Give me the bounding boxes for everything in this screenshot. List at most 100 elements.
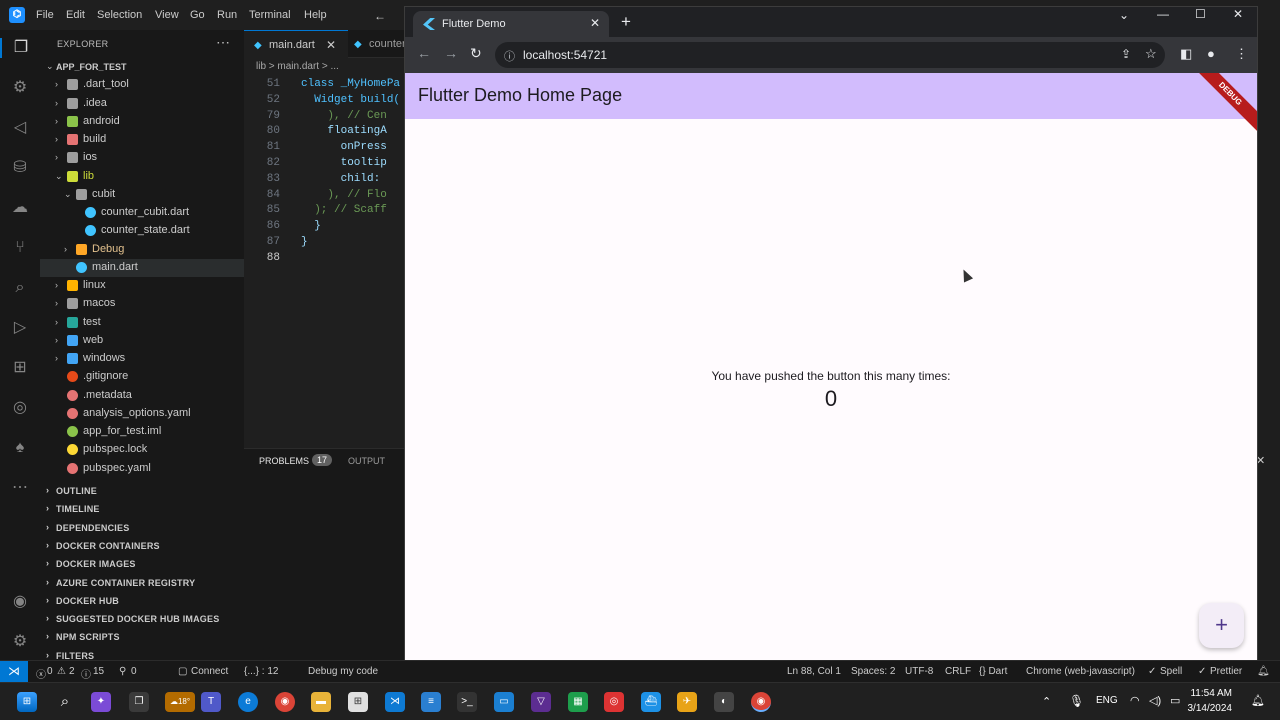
sidebar-section-azure-container-registry[interactable]: › AZURE CONTAINER REGISTRY bbox=[40, 574, 244, 592]
tree-file[interactable]: counter_state.dart bbox=[40, 222, 244, 240]
account-icon[interactable]: ◉ bbox=[10, 592, 30, 612]
clock-time[interactable]: 11:54 AM bbox=[1190, 688, 1232, 699]
store-icon[interactable]: ⊞ bbox=[348, 692, 368, 712]
chrome-menu-icon[interactable]: ⋮ bbox=[1235, 46, 1248, 62]
menu-run[interactable]: Run bbox=[217, 9, 237, 21]
spell-check-icon[interactable]: ✓ bbox=[1148, 666, 1156, 677]
database-icon[interactable]: ⛁ bbox=[10, 158, 30, 178]
close-icon[interactable]: ✕ bbox=[326, 38, 336, 52]
tree-folder[interactable]: ⌄ lib bbox=[40, 168, 244, 186]
tree-folder[interactable]: › android bbox=[40, 113, 244, 131]
menu-go[interactable]: Go bbox=[190, 9, 205, 21]
code-line[interactable]: } bbox=[301, 236, 308, 248]
code-editor[interactable]: lib > main.dart > ... 51 class _MyHomePa 5… bbox=[244, 58, 406, 448]
code-line[interactable]: class _MyHomePa bbox=[301, 78, 400, 90]
remote-indicator-icon[interactable]: ⋊ bbox=[0, 661, 28, 683]
maximize-icon[interactable]: ☐ bbox=[1195, 7, 1206, 21]
connect-icon[interactable]: ▢ bbox=[178, 666, 187, 677]
code-line[interactable]: Widget build( bbox=[301, 94, 400, 106]
source-control-icon[interactable]: ⑂ bbox=[10, 238, 30, 258]
copilot-icon[interactable]: ✦ bbox=[91, 692, 111, 712]
errors-count[interactable]: 0 bbox=[47, 666, 53, 677]
code-line[interactable]: onPress bbox=[301, 141, 387, 153]
microphone-icon[interactable]: 🎙︎ bbox=[1069, 694, 1084, 708]
language-mode[interactable]: {} Dart bbox=[979, 666, 1007, 677]
vs-icon[interactable]: ▽ bbox=[531, 692, 551, 712]
explorer-icon[interactable]: ❐ bbox=[0, 38, 40, 58]
chevron-right-icon[interactable]: › bbox=[55, 298, 58, 308]
input-language[interactable]: ENG bbox=[1096, 695, 1118, 706]
back-icon[interactable]: ← bbox=[417, 45, 431, 61]
line-ending[interactable]: CRLF bbox=[945, 666, 971, 677]
chrome-active-icon[interactable]: ◉ bbox=[751, 692, 771, 712]
code-line[interactable]: floatingA bbox=[301, 125, 386, 137]
task-view-icon[interactable]: ❐ bbox=[129, 692, 149, 712]
indentation[interactable]: Spaces: 2 bbox=[851, 666, 895, 677]
prettier-label[interactable]: Prettier bbox=[1210, 666, 1242, 677]
tree-file[interactable]: pubspec.lock bbox=[40, 441, 244, 459]
docker-icon[interactable]: ⛴ bbox=[641, 692, 661, 712]
code-line[interactable]: ), // Flo bbox=[301, 189, 386, 201]
notifications-icon[interactable]: 🔔︎ bbox=[1257, 666, 1270, 677]
sidebar-section-docker-images[interactable]: › DOCKER IMAGES bbox=[40, 555, 244, 573]
mongodb-icon[interactable]: ♠ bbox=[10, 438, 30, 458]
weather-icon[interactable]: ☁18° bbox=[165, 692, 195, 712]
browser-tab[interactable]: Flutter Demo ✕ bbox=[413, 11, 609, 37]
volume-icon[interactable]: ◁) bbox=[1149, 694, 1161, 707]
tree-file[interactable]: counter_cubit.dart bbox=[40, 204, 244, 222]
sidebar-section-docker-containers[interactable]: › DOCKER CONTAINERS bbox=[40, 537, 244, 555]
target-device[interactable]: Chrome (web-javascript) bbox=[1026, 666, 1135, 677]
chevron-right-icon[interactable]: › bbox=[55, 317, 58, 327]
start-icon[interactable]: ⊞ bbox=[17, 692, 37, 712]
sidebar-section-dependencies[interactable]: › DEPENDENCIES bbox=[40, 519, 244, 537]
flutter-icon[interactable]: ◁ bbox=[10, 118, 30, 138]
more-icon[interactable]: ⋯ bbox=[10, 478, 30, 498]
bookmark-star-icon[interactable]: ☆ bbox=[1145, 46, 1157, 62]
code-line[interactable]: child: bbox=[301, 173, 381, 185]
tree-folder[interactable]: › .dart_tool bbox=[40, 76, 244, 94]
reload-icon[interactable]: ↻ bbox=[470, 45, 482, 62]
tree-folder[interactable]: › Debug bbox=[40, 241, 244, 259]
docker-icon[interactable]: ☁ bbox=[10, 198, 30, 218]
manage-gear-icon[interactable]: ⚙ bbox=[10, 632, 30, 652]
infos-count[interactable]: 15 bbox=[93, 666, 104, 677]
minimize-icon[interactable]: — bbox=[1157, 7, 1169, 21]
side-panel-icon[interactable]: ◧ bbox=[1180, 46, 1192, 62]
sidebar-section-outline[interactable]: › OUTLINE bbox=[40, 482, 244, 500]
tab-output[interactable]: OUTPUT bbox=[348, 456, 385, 466]
chevron-right-icon[interactable]: › bbox=[55, 79, 58, 89]
selection-info[interactable]: {...} : 12 bbox=[244, 666, 278, 677]
info-icon[interactable]: ⓘ bbox=[81, 666, 91, 681]
tree-file[interactable]: analysis_options.yaml bbox=[40, 405, 244, 423]
search-icon[interactable]: ⌕ bbox=[10, 278, 30, 298]
chrome-icon[interactable]: ◉ bbox=[275, 692, 295, 712]
ports-icon[interactable]: ⚲ bbox=[119, 666, 126, 677]
chevron-right-icon[interactable]: › bbox=[64, 244, 67, 254]
chevron-right-icon[interactable]: › bbox=[55, 152, 58, 162]
close-tab-icon[interactable]: ✕ bbox=[590, 16, 600, 30]
sheets-icon[interactable]: ▦ bbox=[568, 692, 588, 712]
new-tab-icon[interactable]: + bbox=[621, 12, 631, 32]
battery-icon[interactable]: ▭ bbox=[1170, 694, 1180, 707]
sidebar-section-docker-hub[interactable]: › DOCKER HUB bbox=[40, 592, 244, 610]
teams-icon[interactable]: T bbox=[201, 692, 221, 712]
run-badge-icon[interactable]: ▷ bbox=[10, 318, 30, 338]
sidebar-section-npm-scripts[interactable]: › NPM SCRIPTS bbox=[40, 628, 244, 646]
tree-folder[interactable]: ⌄ cubit bbox=[40, 186, 244, 204]
tree-folder[interactable]: › macos bbox=[40, 295, 244, 313]
debug-my-code[interactable]: Debug my code bbox=[308, 666, 378, 677]
vscode-icon[interactable]: ⋊ bbox=[385, 692, 405, 712]
back-arrow-icon[interactable]: ← bbox=[374, 9, 386, 23]
tree-folder[interactable]: › test bbox=[40, 314, 244, 332]
cursor-position[interactable]: Ln 88, Col 1 bbox=[787, 666, 841, 677]
chevron-right-icon[interactable]: › bbox=[55, 335, 58, 345]
tree-file[interactable]: app_for_test.iml bbox=[40, 423, 244, 441]
menu-terminal[interactable]: Terminal bbox=[249, 9, 291, 21]
more-actions-icon[interactable]: ⋯ bbox=[216, 34, 230, 51]
code-line[interactable]: ), // Cen bbox=[301, 110, 386, 122]
code-line[interactable]: tooltip bbox=[301, 157, 387, 169]
chevron-down-icon[interactable]: ⌄ bbox=[55, 171, 63, 182]
github-icon[interactable]: ◐ bbox=[714, 692, 734, 712]
tree-file[interactable]: main.dart bbox=[40, 258, 244, 277]
notification-bell-icon[interactable]: 🔔︎ bbox=[1251, 694, 1265, 707]
